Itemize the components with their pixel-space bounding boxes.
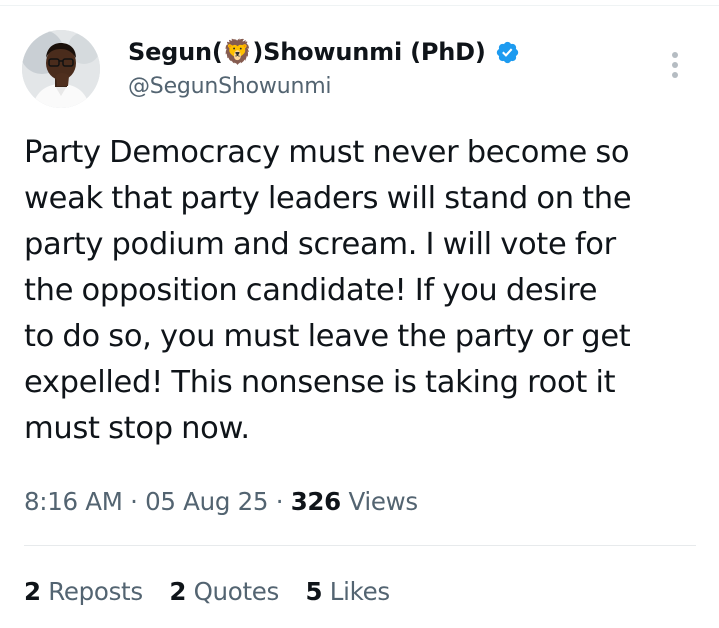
likes-count: 5 (305, 577, 323, 606)
stats-divider (24, 545, 696, 546)
author-names: Segun(🦁)Showunmi (PhD) @SegunShowunmi (128, 34, 520, 102)
meta-separator: · (130, 487, 138, 516)
avatar[interactable] (22, 30, 100, 108)
quotes-label: Quotes (193, 577, 280, 606)
lion-emoji-icon: 🦁 (222, 38, 253, 66)
tweet-date[interactable]: 05 Aug 25 (145, 487, 268, 516)
reposts-stat[interactable]: 2 Reposts (24, 570, 143, 614)
top-divider (0, 5, 719, 6)
display-name[interactable]: Segun(🦁)Showunmi (PhD) (128, 38, 486, 66)
display-name-suffix: )Showunmi (PhD) (252, 38, 486, 66)
display-name-prefix: Segun( (128, 38, 223, 66)
meta-separator: · (275, 487, 284, 516)
more-dot (672, 62, 678, 68)
tweet-text: Party Democracy must never become so wea… (24, 135, 632, 446)
tweet-time[interactable]: 8:16 AM (24, 487, 123, 516)
quotes-count: 2 (169, 577, 187, 606)
views-label: Views (348, 487, 418, 516)
likes-label: Likes (329, 577, 390, 606)
likes-stat[interactable]: 5 Likes (305, 570, 391, 614)
verified-badge-icon[interactable] (495, 40, 520, 65)
more-dot (672, 72, 678, 78)
avatar-photo (22, 30, 100, 108)
more-options-icon[interactable] (668, 52, 682, 82)
quotes-stat[interactable]: 2 Quotes (169, 570, 279, 614)
tweet-header: Segun(🦁)Showunmi (PhD) @SegunShowunmi (22, 30, 692, 114)
more-dot (672, 52, 678, 58)
reposts-count: 2 (24, 577, 41, 606)
tweet-meta: 8:16 AM · 05 Aug 25 · 326 Views (24, 480, 418, 524)
author-handle[interactable]: @SegunShowunmi (128, 72, 520, 102)
views-count: 326 (290, 487, 342, 516)
reposts-label: Reposts (48, 577, 143, 606)
display-name-row[interactable]: Segun(🦁)Showunmi (PhD) (128, 34, 520, 70)
engagement-stats: 2 Reposts 2 Quotes 5 Likes (24, 570, 409, 614)
